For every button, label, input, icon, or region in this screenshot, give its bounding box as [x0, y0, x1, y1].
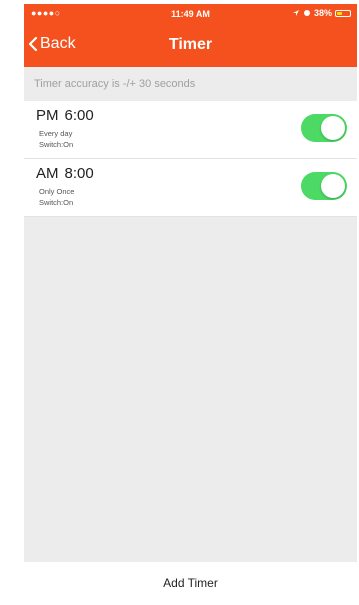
navigation-bar: Back Timer [24, 24, 357, 67]
battery-icon [335, 9, 351, 17]
timer-switch-status: Switch:On [39, 198, 74, 207]
timer-row[interactable]: AM 8:00 Only Once Switch:On [24, 159, 357, 217]
add-timer-button[interactable]: Add Timer [24, 576, 357, 590]
battery-percent: 38% [313, 8, 332, 18]
timer-ampm: PM [36, 107, 59, 124]
timer-switch-status: Switch:On [39, 140, 74, 149]
status-bar: ●●●●○ 11:49 AM 38% [24, 4, 357, 24]
timer-accuracy-notice: Timer accuracy is -/+ 30 seconds [24, 67, 357, 101]
timer-clock: 6:00 [64, 107, 94, 124]
timer-time: AM 8:00 [36, 165, 94, 182]
status-indicators: 38% [292, 8, 351, 18]
timer-time: PM 6:00 [36, 107, 94, 124]
timer-repeat: Only Once [39, 187, 75, 196]
page-title: Timer [168, 36, 213, 53]
toggle-knob [321, 116, 345, 140]
footer-bar: Add Timer [24, 562, 357, 605]
app-screen: ●●●●○ 11:49 AM 38% Back Timer Timer accu… [24, 4, 357, 605]
timer-row[interactable]: PM 6:00 Every day Switch:On [24, 101, 357, 159]
battery-level [337, 11, 342, 15]
timer-ampm: AM [36, 165, 59, 182]
timer-toggle[interactable] [301, 114, 347, 142]
timer-repeat: Every day [39, 129, 73, 138]
timer-clock: 8:00 [64, 165, 94, 182]
timer-toggle[interactable] [301, 172, 347, 200]
toggle-knob [321, 174, 345, 198]
app-header: ●●●●○ 11:49 AM 38% Back Timer [24, 4, 357, 67]
timer-list-area: Timer accuracy is -/+ 30 seconds PM 6:00 … [24, 67, 357, 562]
alarm-icon [303, 10, 310, 16]
location-icon [292, 10, 299, 16]
